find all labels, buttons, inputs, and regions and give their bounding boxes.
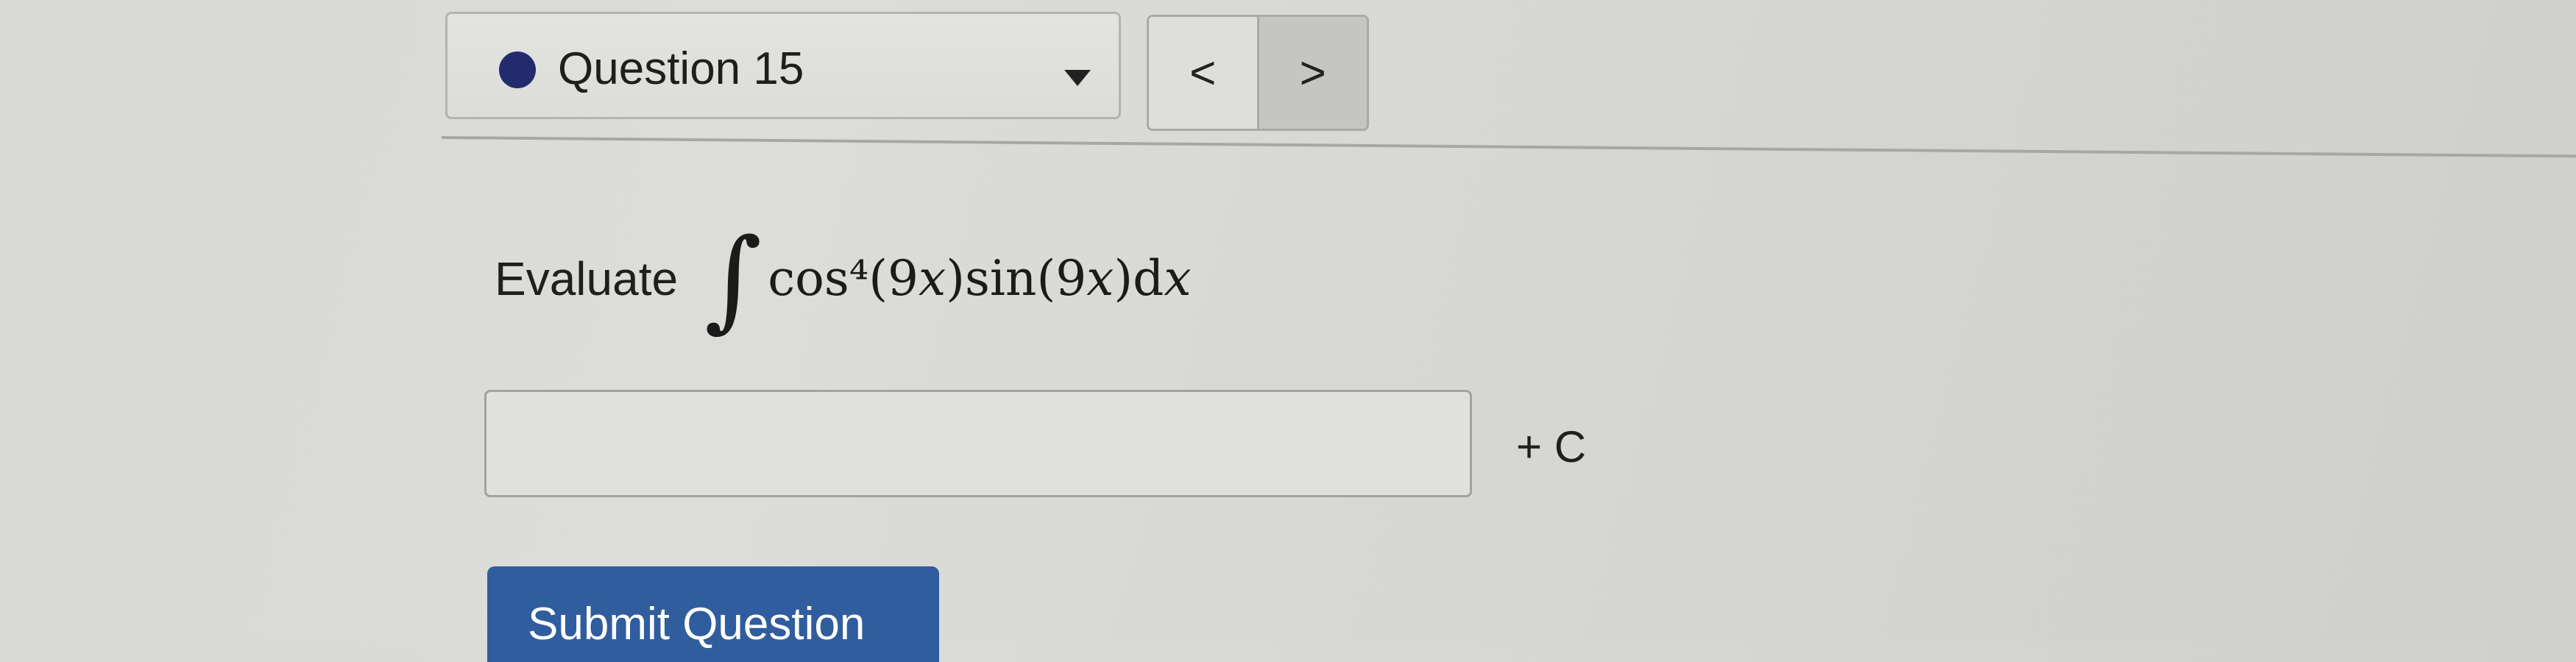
answer-field[interactable] [484,390,1472,497]
chevron-right-icon: > [1299,47,1326,99]
integral-expression: ∫ cos⁴(9𝑥)sin(9𝑥)d𝑥 [704,224,1192,335]
question-selector[interactable]: Question 15 [445,12,1121,119]
submit-question-button[interactable]: Submit Question [487,566,939,662]
previous-question-button[interactable]: < [1149,17,1259,129]
question-status-dot [499,51,536,88]
problem-label: Evaluate [495,252,679,305]
problem-statement: Evaluate ∫ cos⁴(9𝑥)sin(9𝑥)d𝑥 [495,224,1192,335]
integrand: cos⁴(9𝑥)sin(9𝑥)d𝑥 [768,250,1192,307]
question-title: Question 15 [558,43,804,94]
next-question-button[interactable]: > [1259,17,1367,129]
header-divider [441,136,2576,158]
chevron-left-icon: < [1189,47,1217,99]
caret-down-icon[interactable] [1064,70,1091,86]
constant-of-integration-label: + C [1516,422,1587,471]
question-navigation: < > [1147,15,1369,131]
integral-symbol: ∫ [704,216,762,344]
